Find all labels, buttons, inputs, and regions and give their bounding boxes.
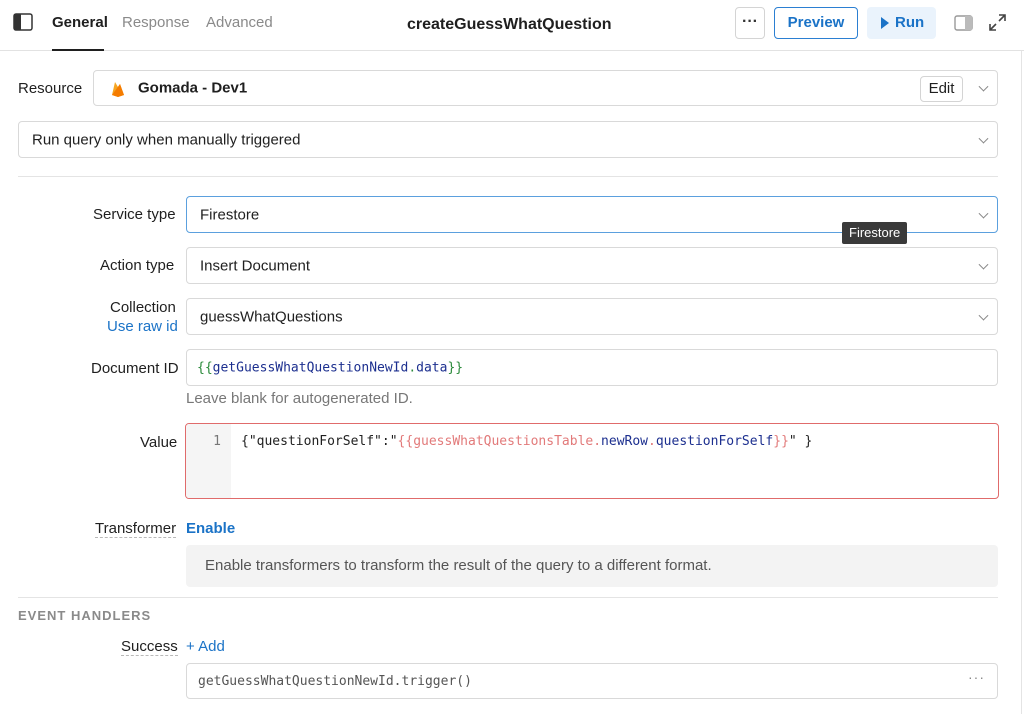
run-button-label: Run [895, 14, 925, 31]
play-icon [881, 17, 889, 29]
handler-menu-icon[interactable]: ··· [968, 669, 985, 685]
tab-general[interactable]: General [52, 14, 108, 31]
chevron-down-icon [978, 81, 989, 92]
collection-select[interactable]: guessWhatQuestions [186, 298, 998, 335]
section-divider [18, 176, 998, 177]
collection-value: guessWhatQuestions [200, 308, 343, 325]
collection-label: Collection [110, 299, 176, 316]
value-code-editor[interactable]: 1 {"questionForSelf":"{{guessWhatQuestio… [185, 423, 999, 499]
use-raw-id-link[interactable]: Use raw id [107, 318, 178, 335]
query-header: General Response Advanced createGuessWha… [0, 0, 1024, 51]
document-id-hint: Leave blank for autogenerated ID. [186, 390, 413, 407]
value-label: Value [140, 434, 178, 451]
edit-resource-button[interactable]: Edit [920, 76, 963, 102]
service-type-value: Firestore [200, 206, 260, 223]
event-handlers-heading: EVENT HANDLERS [18, 608, 152, 623]
handler-value: getGuessWhatQuestionNewId.trigger() [198, 674, 472, 689]
firebase-icon [112, 82, 124, 97]
chevron-down-icon [978, 310, 989, 321]
add-success-handler-button[interactable]: + Add [186, 638, 225, 655]
tab-response[interactable]: Response [122, 14, 190, 31]
action-type-select[interactable]: Insert Document [186, 247, 998, 284]
resource-select[interactable]: Gomada - Dev1 [93, 70, 998, 106]
preview-button[interactable]: Preview [774, 7, 858, 39]
action-type-label: Action type [100, 257, 175, 274]
transformer-info-text: Enable transformers to transform the res… [205, 557, 712, 574]
section-divider [18, 597, 998, 598]
resource-value: Gomada - Dev1 [138, 79, 248, 97]
sidebar-toggle-icon[interactable] [13, 13, 33, 31]
toggle-panel-icon[interactable] [954, 15, 973, 31]
chevron-down-icon [978, 259, 989, 270]
line-number-gutter: 1 [186, 424, 231, 498]
code-line: {"questionForSelf":"{{guessWhatQuestions… [241, 434, 813, 449]
transformer-label: Transformer [95, 520, 177, 538]
tab-advanced[interactable]: Advanced [206, 14, 273, 31]
document-id-input[interactable]: {{getGuessWhatQuestionNewId.data}} [186, 349, 998, 386]
chevron-down-icon [978, 133, 989, 144]
more-options-button[interactable]: ··· [735, 7, 765, 39]
line-number: 1 [213, 434, 221, 449]
trigger-mode-select[interactable]: Run query only when manually triggered [18, 121, 998, 158]
action-type-value: Insert Document [200, 257, 311, 274]
success-handler-row[interactable]: getGuessWhatQuestionNewId.trigger() ··· [186, 663, 998, 699]
run-button[interactable]: Run [867, 7, 936, 39]
resource-label: Resource [18, 80, 83, 97]
trigger-mode-value: Run query only when manually triggered [32, 131, 301, 148]
transformer-info-box: Enable transformers to transform the res… [186, 545, 998, 587]
service-type-tooltip: Firestore [842, 222, 908, 244]
document-id-value: {{getGuessWhatQuestionNewId.data}} [197, 360, 464, 375]
scrollbar-track[interactable] [1021, 51, 1022, 714]
success-label: Success [121, 638, 178, 656]
service-type-label: Service type [93, 206, 176, 223]
active-tab-indicator [52, 49, 104, 51]
chevron-down-icon [978, 208, 989, 219]
document-id-label: Document ID [91, 360, 179, 377]
query-title[interactable]: createGuessWhatQuestion [407, 16, 612, 34]
enable-transformer-link[interactable]: Enable [186, 520, 235, 537]
expand-icon[interactable] [989, 14, 1006, 31]
